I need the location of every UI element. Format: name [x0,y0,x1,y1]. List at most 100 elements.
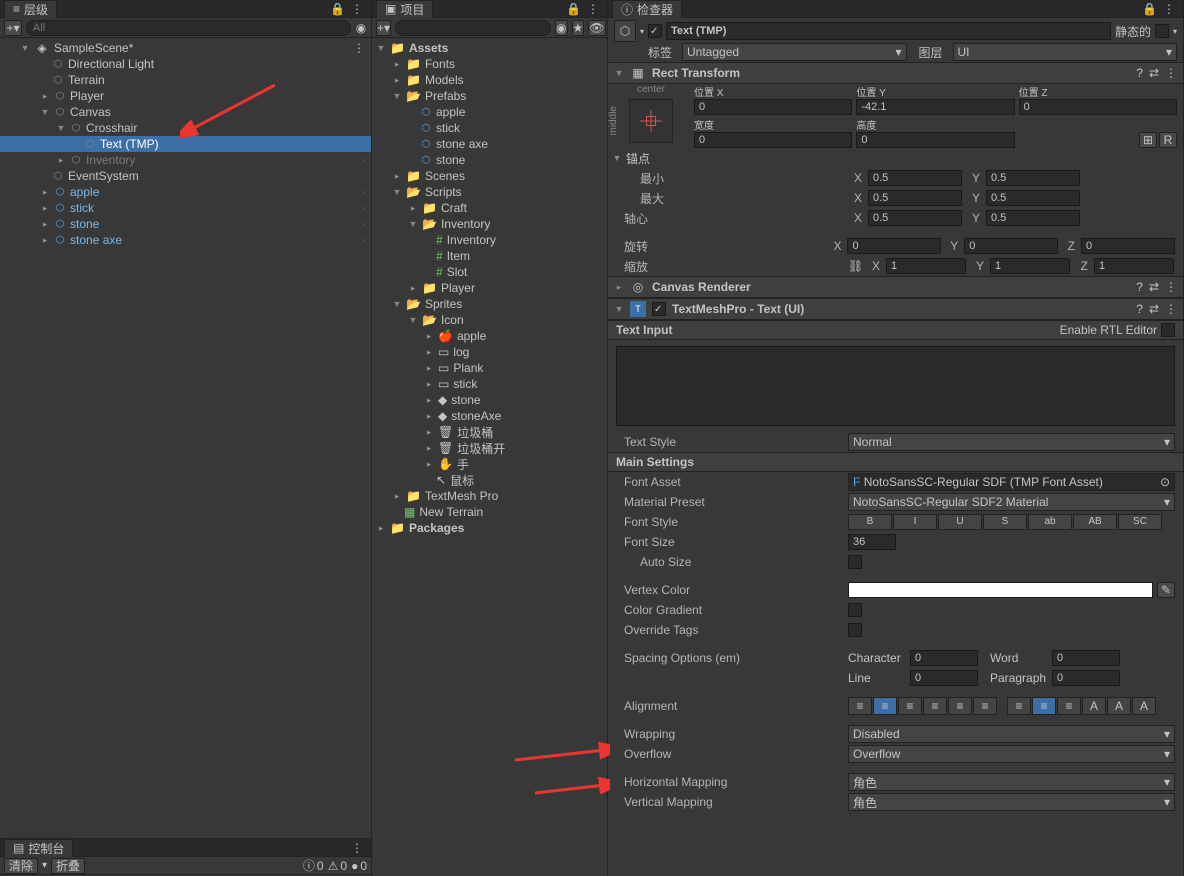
foldout-icon[interactable]: ▼ [376,43,386,53]
foldout-icon[interactable]: ▸ [40,203,50,214]
static-checkbox[interactable] [1155,24,1169,38]
canvas-renderer-header[interactable]: ▸ ◎ Canvas Renderer ? ⇄ ⋮ [608,276,1183,298]
paragraph-field[interactable] [1052,670,1120,686]
line-field[interactable] [910,670,978,686]
wrapping-dropdown[interactable]: Disabled▾ [848,725,1175,743]
packages-folder[interactable]: ▸📁Packages [372,520,607,536]
asset-row[interactable]: stone axe [372,136,607,152]
component-enabled-checkbox[interactable] [652,302,666,316]
filter-type-button[interactable]: ◉ [555,20,567,36]
foldout-icon[interactable]: ▸ [56,155,66,166]
menu-icon[interactable]: ⋮ [1165,280,1177,294]
menu-icon[interactable]: ⋮ [351,2,363,16]
pos-z-field[interactable] [1019,99,1177,115]
foldout-icon[interactable]: ▸ [392,491,402,502]
vertex-color-field[interactable] [848,582,1153,598]
asset-row[interactable]: ▸🍎apple [372,328,607,344]
hierarchy-item[interactable]: ▸stick› [0,200,371,216]
align-bottom-button[interactable]: ≡ [1057,697,1081,715]
lowercase-button[interactable]: ab [1028,514,1072,530]
help-icon[interactable]: ? [1136,66,1143,80]
foldout-icon[interactable]: ▸ [376,523,386,534]
dropdown-icon[interactable]: ▾ [640,27,644,36]
strike-button[interactable]: S [983,514,1027,530]
hierarchy-item[interactable]: ▸stone› [0,216,371,232]
asset-row[interactable]: ▸▭stick [372,376,607,392]
eyedropper-button[interactable]: ✎ [1157,582,1175,598]
preset-icon[interactable]: ⇄ [1149,66,1159,80]
foldout-icon[interactable]: ▼ [392,91,402,101]
pos-x-field[interactable] [694,99,852,115]
hierarchy-item[interactable]: ▼Canvas [0,104,371,120]
h-mapping-dropdown[interactable]: 角色▾ [848,773,1175,791]
smallcaps-button[interactable]: SC [1118,514,1162,530]
anchor-preset[interactable]: center middle [608,84,694,148]
hierarchy-item[interactable]: Terrain [0,72,371,88]
align-flush-button[interactable]: ≡ [948,697,972,715]
align-center-button[interactable]: ≡ [873,697,897,715]
hierarchy-item[interactable]: ▸stone axe› [0,232,371,248]
asset-row[interactable]: #Slot [372,264,607,280]
lock-icon[interactable]: 🔒 [330,2,345,16]
asset-row[interactable]: ▦New Terrain [372,504,607,520]
rect-transform-header[interactable]: ▼ ▦ Rect Transform ? ⇄ ⋮ [608,62,1183,84]
hierarchy-search[interactable] [26,20,351,36]
foldout-icon[interactable]: ▸ [408,203,418,214]
preset-icon[interactable]: ⇄ [1149,302,1159,316]
asset-row[interactable]: #Inventory [372,232,607,248]
blueprint-button[interactable]: ⊞ [1139,132,1157,148]
foldout-icon[interactable]: ▸ [40,235,50,246]
bold-button[interactable]: B [848,514,892,530]
material-preset-dropdown[interactable]: NotoSansSC-Regular SDF2 Material▾ [848,493,1175,511]
foldout-icon[interactable]: ▼ [614,68,624,78]
add-button[interactable]: +▾ [4,20,22,36]
asset-row[interactable]: ▸✋手 [372,456,607,472]
text-content-area[interactable] [616,346,1175,426]
v-mapping-dropdown[interactable]: 角色▾ [848,793,1175,811]
project-tab[interactable]: ▣项目 [376,0,433,18]
asset-row[interactable]: ▸◆stone [372,392,607,408]
height-field[interactable] [856,132,1014,148]
raw-button[interactable]: R [1159,132,1177,148]
object-name-field[interactable] [666,22,1111,40]
dropdown-icon[interactable]: ◉ [355,21,367,35]
folder-row[interactable]: ▸📁Scenes [372,168,607,184]
foldout-icon[interactable]: ▼ [392,299,402,309]
foldout-icon[interactable]: ▸ [424,347,434,358]
rot-y-field[interactable] [964,238,1058,254]
align-middle-button[interactable]: ≡ [1032,697,1056,715]
foldout-icon[interactable]: ▸ [40,219,50,230]
align-baseline-button[interactable]: A [1082,697,1106,715]
foldout-icon[interactable]: ▸ [392,59,402,70]
foldout-icon[interactable]: ▸ [424,331,434,342]
foldout-icon[interactable]: ▸ [424,379,434,390]
italic-button[interactable]: I [893,514,937,530]
max-y-field[interactable] [986,190,1080,206]
rot-z-field[interactable] [1081,238,1175,254]
foldout-icon[interactable]: ▼ [612,153,622,163]
folder-row[interactable]: ▸📁Craft [372,200,607,216]
width-field[interactable] [694,132,852,148]
align-right-button[interactable]: ≡ [898,697,922,715]
folder-row[interactable]: ▸📁Fonts [372,56,607,72]
folder-row[interactable]: ▼📂Sprites [372,296,607,312]
anchors-row[interactable]: ▼锚点 [608,148,1183,168]
min-y-field[interactable] [986,170,1080,186]
pivot-y-field[interactable] [986,210,1080,226]
error-count[interactable]: ●0 [351,857,367,874]
uppercase-button[interactable]: AB [1073,514,1117,530]
asset-row[interactable]: ↖鼠标 [372,472,607,488]
asset-row[interactable]: ▸▭Plank [372,360,607,376]
auto-size-checkbox[interactable] [848,555,862,569]
scale-z-field[interactable] [1094,258,1174,274]
font-asset-field[interactable]: F NotoSansSC-Regular SDF (TMP Font Asset… [848,473,1175,491]
hierarchy-tab[interactable]: ≡ 层级 [4,0,57,18]
foldout-icon[interactable]: ▸ [424,459,434,470]
asset-row[interactable]: apple [372,104,607,120]
info-count[interactable]: ⓘ0 [303,857,324,874]
clear-button[interactable]: 清除 [4,858,38,874]
tag-dropdown[interactable]: Untagged▾ [682,43,907,61]
hierarchy-item[interactable]: ▸apple› [0,184,371,200]
foldout-icon[interactable]: ▸ [392,171,402,182]
asset-row[interactable]: stone [372,152,607,168]
